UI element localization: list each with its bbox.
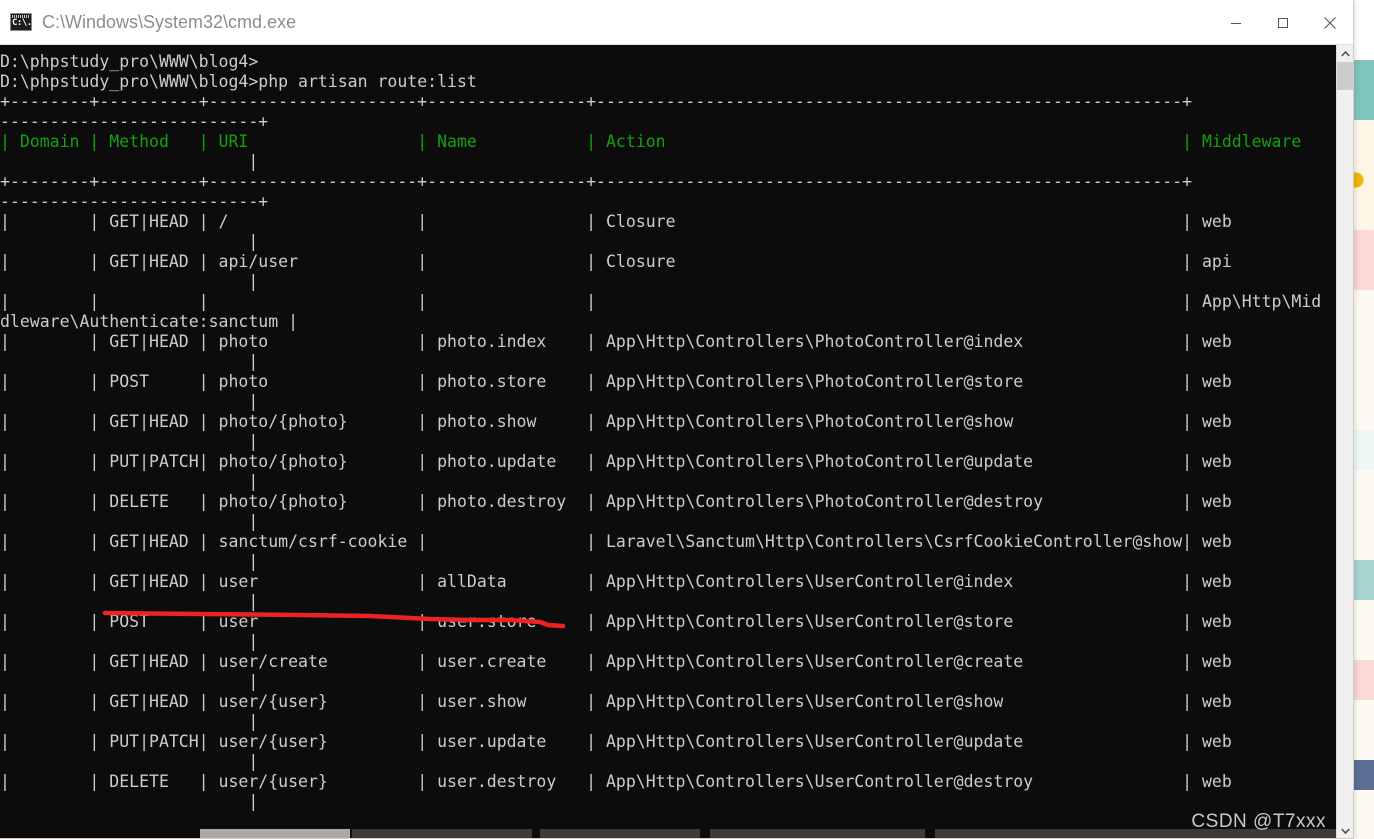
console-output-area[interactable]: D:\phpstudy_pro\WWW\blog4> D:\phpstudy_p… [0,45,1353,838]
csdn-watermark: CSDN @T7xxx [1191,811,1326,832]
cmd-window: C:\Windows\System32\cmd.exe [0,0,1354,839]
scroll-up-button[interactable] [1337,45,1353,62]
console-text: D:\phpstudy_pro\WWW\blog4> D:\phpstudy_p… [0,52,1322,811]
maximize-button[interactable] [1259,0,1306,45]
horizontal-scroll-track-seg-3[interactable] [710,829,925,838]
minimize-button[interactable] [1212,0,1259,45]
window-titlebar[interactable]: C:\Windows\System32\cmd.exe [0,0,1353,45]
horizontal-scroll-track-seg-1[interactable] [352,829,532,838]
horizontal-scrollbar[interactable] [0,829,1337,838]
horizontal-scroll-track-seg-2[interactable] [540,829,700,838]
desktop: C:\Windows\System32\cmd.exe [0,0,1374,839]
horizontal-scroll-thumb[interactable] [200,829,350,838]
chevron-down-icon [1341,827,1350,834]
maximize-icon [1277,17,1288,28]
vertical-scroll-thumb[interactable] [1337,62,1353,90]
window-controls [1212,0,1353,45]
window-title: C:\Windows\System32\cmd.exe [42,11,297,32]
chevron-up-icon [1341,50,1350,57]
vertical-scrollbar[interactable] [1336,45,1353,838]
close-button[interactable] [1306,0,1353,45]
close-icon [1323,16,1336,29]
scroll-down-button[interactable] [1337,822,1353,838]
cmd-icon [10,13,32,31]
minimize-icon [1230,22,1241,24]
